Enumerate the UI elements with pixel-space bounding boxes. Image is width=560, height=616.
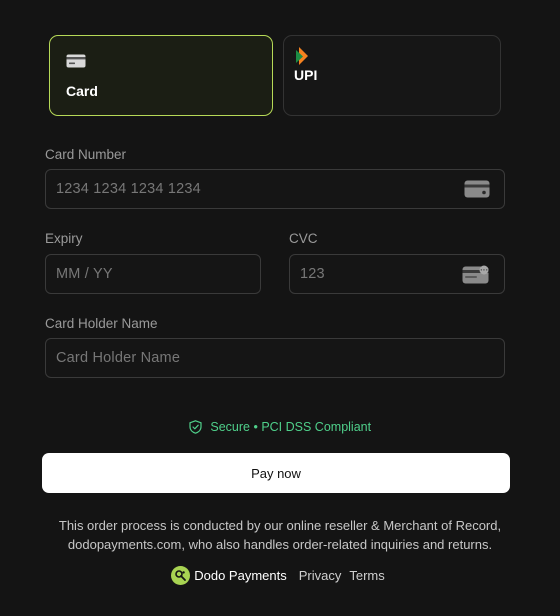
shield-check-icon bbox=[189, 420, 210, 434]
privacy-link[interactable]: Privacy bbox=[299, 568, 342, 583]
card-holder-label: Card Holder Name bbox=[45, 316, 158, 331]
card-brand-icon bbox=[464, 180, 490, 203]
expiry-input[interactable] bbox=[46, 255, 260, 293]
payment-method-upi-label: UPI bbox=[294, 67, 318, 83]
card-number-field bbox=[45, 169, 505, 209]
card-number-input[interactable] bbox=[46, 170, 504, 208]
payment-method-card[interactable]: Card bbox=[49, 35, 273, 116]
checkout-page: Card UPI Card Number Expiry CVC bbox=[0, 0, 560, 616]
payment-method-card-label: Card bbox=[66, 83, 98, 99]
merchant-notice-line-1: This order process is conducted by our o… bbox=[58, 518, 502, 533]
security-text: Secure • PCI DSS Compliant bbox=[210, 420, 372, 434]
cvc-card-icon: ••• bbox=[462, 265, 490, 289]
svg-text:•••: ••• bbox=[480, 269, 488, 274]
cvc-field: ••• bbox=[289, 254, 505, 294]
dodo-logo-icon bbox=[171, 565, 191, 585]
terms-link[interactable]: Terms bbox=[349, 568, 384, 583]
merchant-notice-line-2: dodopayments.com, who also handles order… bbox=[67, 536, 493, 552]
merchant-notice: This order process is conducted by our o… bbox=[40, 517, 520, 554]
payment-method-upi[interactable]: UPI bbox=[283, 35, 501, 116]
dodo-payments-brand[interactable]: Dodo Payments bbox=[171, 565, 287, 585]
cvc-label: CVC bbox=[289, 231, 318, 246]
brand-name: Dodo Payments bbox=[194, 567, 287, 583]
pay-now-button[interactable]: Pay now bbox=[42, 453, 510, 493]
card-holder-input[interactable] bbox=[46, 339, 504, 377]
payment-method-selector: Card UPI bbox=[49, 35, 501, 118]
expiry-label: Expiry bbox=[45, 231, 83, 246]
credit-card-icon bbox=[66, 54, 86, 73]
card-number-label: Card Number bbox=[45, 147, 127, 162]
expiry-field bbox=[45, 254, 261, 294]
security-badge: Secure • PCI DSS Compliant bbox=[0, 420, 560, 434]
footer: Dodo Payments Privacy Terms bbox=[0, 565, 560, 585]
card-holder-field bbox=[45, 338, 505, 378]
